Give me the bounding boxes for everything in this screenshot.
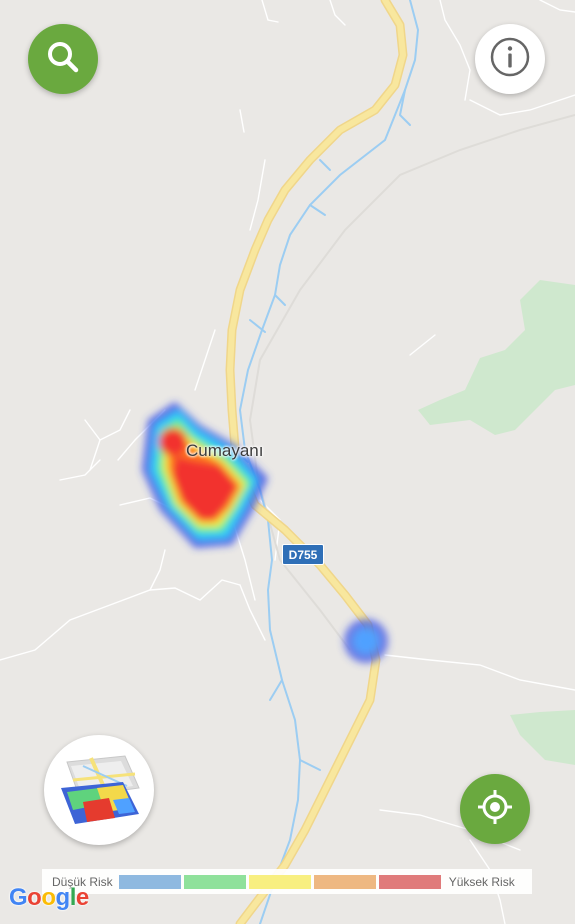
search-icon: [44, 38, 82, 81]
google-logo: Google: [9, 884, 89, 911]
search-button[interactable]: [28, 24, 98, 94]
legend-swatch: [313, 874, 376, 889]
legend-swatch: [118, 874, 181, 889]
info-button[interactable]: [475, 24, 545, 94]
route-shield: D755: [282, 544, 324, 565]
legend-swatch: [248, 874, 311, 889]
crosshair-locate-icon: [475, 787, 515, 832]
info-icon: [488, 35, 532, 84]
heatmap-layers-icon: [53, 748, 145, 833]
legend-high-label: Yüksek Risk: [448, 874, 515, 889]
legend-swatch: [378, 874, 441, 889]
place-label: Cumayanı: [186, 441, 264, 460]
my-location-button[interactable]: [460, 774, 530, 844]
legend-color-scale: [118, 874, 441, 889]
heatmap-layer-button[interactable]: [44, 735, 154, 845]
legend-swatch: [183, 874, 246, 889]
risk-legend: Düşük Risk Yüksek Risk: [42, 869, 532, 894]
